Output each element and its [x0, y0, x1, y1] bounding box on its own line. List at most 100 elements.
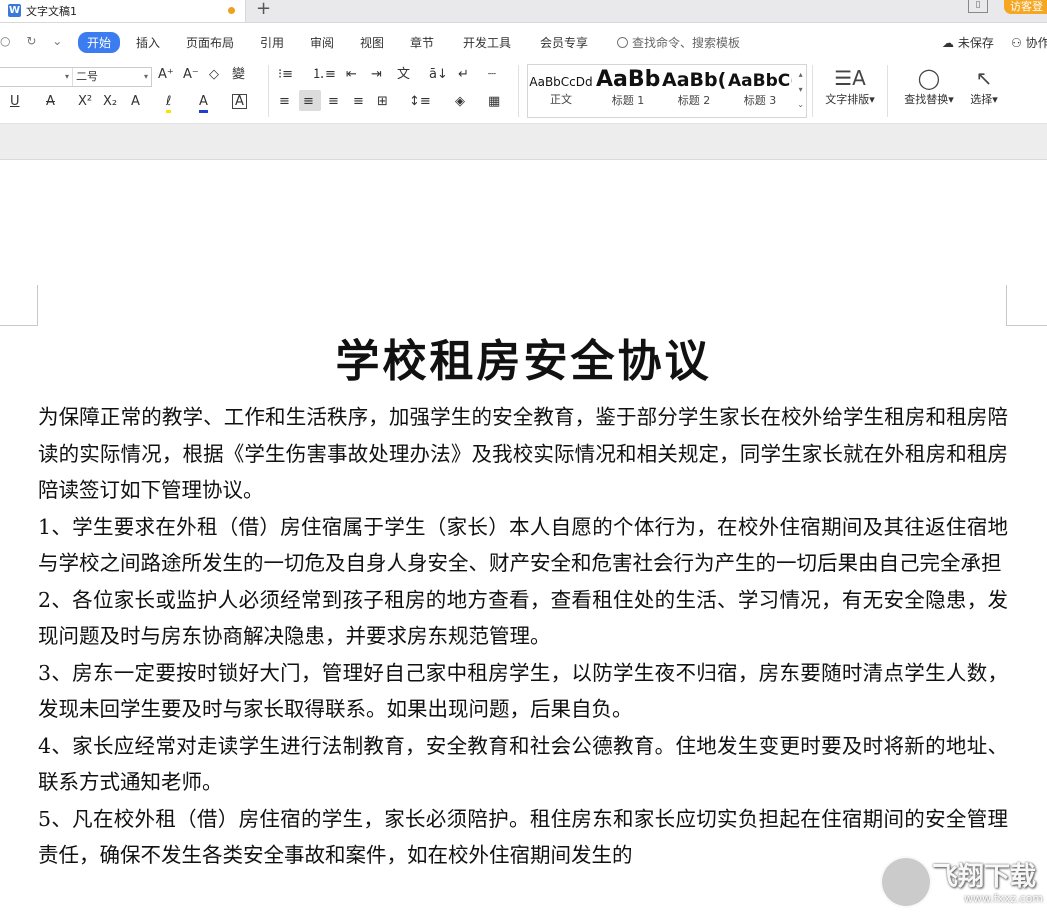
font-size-select[interactable]: 二号 ▾: [73, 68, 151, 86]
visitor-login-button[interactable]: 访客登: [1004, 0, 1047, 14]
align-center-icon[interactable]: ≡: [303, 94, 314, 110]
ribbon-divider: [268, 65, 269, 117]
paragraph[interactable]: 4、家长应经常对走读学生进行法制教育，安全教育和社会公德教育。住地发生变更时要及…: [38, 728, 1008, 801]
tab-references[interactable]: 引用: [260, 34, 284, 51]
chevron-down-icon: ▾: [992, 93, 998, 106]
tab-member[interactable]: 会员专享: [540, 34, 588, 51]
paragraph[interactable]: 为保障正常的教学、工作和生活秩序，加强学生的安全教育，鉴于部分学生家长在校外给学…: [38, 399, 1008, 509]
tab-home[interactable]: 开始: [78, 32, 121, 53]
line-spacing-icon[interactable]: ↕≡: [409, 94, 431, 110]
chevron-down-icon: ▾: [64, 72, 69, 81]
document-title[interactable]: 学校租房安全协议: [0, 334, 1047, 390]
site-watermark: 飞翔下载 www.fxxz.com: [878, 852, 1047, 912]
char-border-icon[interactable]: A: [232, 94, 247, 109]
phonetic-guide-icon[interactable]: 變: [232, 67, 245, 83]
underline-icon[interactable]: U: [10, 94, 20, 110]
select-button[interactable]: ↖ 选择▾: [964, 65, 1004, 107]
strikethrough-icon[interactable]: A: [46, 94, 55, 110]
collaborate-label: 协作: [1025, 36, 1047, 50]
style-caption: 正文: [550, 93, 572, 106]
chevron-down-icon: ▾: [869, 93, 875, 106]
clear-format-icon[interactable]: ◇: [209, 67, 219, 83]
style-heading-1[interactable]: AaBb 标题 1: [596, 65, 660, 117]
style-caption: 标题 2: [677, 94, 711, 107]
text-effect-icon[interactable]: A: [131, 94, 140, 110]
document-tab[interactable]: W 文字文稿1: [0, 0, 246, 22]
superscript-icon[interactable]: X²: [78, 94, 92, 110]
font-name-select[interactable]: ▾: [0, 68, 73, 86]
title-bar: W 文字文稿1 + ▯ 访客登: [0, 0, 1047, 23]
watermark-url: www.fxxz.com: [964, 892, 1044, 905]
tab-developer[interactable]: 开发工具: [463, 34, 511, 51]
style-normal[interactable]: AaBbCcDd 正文: [528, 65, 594, 117]
paragraph[interactable]: 2、各位家长或监护人必须经常到孩子租房的地方查看，查看租住处的生活、学习情况，有…: [38, 582, 1008, 655]
document-body[interactable]: 为保障正常的教学、工作和生活秩序，加强学生的安全教育，鉴于部分学生家长在校外给学…: [38, 399, 1008, 874]
tab-view[interactable]: 视图: [360, 34, 384, 51]
distribute-icon[interactable]: ⊞: [377, 94, 388, 110]
align-left-icon[interactable]: ≡: [279, 94, 290, 110]
paragraph[interactable]: 3、房东一定要按时锁好大门，管理好自己家中租房学生，以防学生夜不归宿，房东要随时…: [38, 655, 1008, 728]
shrink-font-icon[interactable]: A⁻: [183, 67, 199, 83]
tab-review[interactable]: 审阅: [310, 34, 334, 51]
align-right-icon[interactable]: ≡: [328, 94, 339, 110]
ribbon-divider: [812, 65, 813, 117]
window-mode-icon[interactable]: ▯: [968, 0, 988, 13]
style-heading-2[interactable]: AaBb( 标题 2: [662, 65, 726, 117]
decrease-indent-icon[interactable]: ⇤: [346, 67, 357, 83]
grow-font-icon[interactable]: A⁺: [158, 67, 174, 83]
text-layout-button[interactable]: ☰A 文字排版▾: [820, 65, 880, 107]
ribbon-divider: [887, 65, 888, 117]
watermark-logo-text: 飞翔下载: [932, 862, 1037, 892]
numbered-list-icon[interactable]: ⒈≡: [312, 67, 336, 83]
document-tab-label: 文字文稿1: [26, 5, 77, 18]
style-heading-3[interactable]: AaBbC( 标题 3: [728, 65, 792, 117]
shading-icon[interactable]: ◈: [455, 94, 465, 110]
magnifier-icon: ◯: [917, 66, 941, 90]
command-search[interactable]: 查找命令、搜索模板: [617, 34, 740, 51]
highlight-icon[interactable]: ℓ: [166, 94, 172, 113]
borders-icon[interactable]: ▦: [488, 94, 500, 110]
home-ribbon: ▾ 二号 ▾ A⁺ A⁻ ◇ 變 U A X² X₂ A ℓ A A ⁝≡ ⒈≡…: [0, 61, 1047, 124]
chevron-down-icon: ▾: [948, 93, 954, 106]
gallery-scroll[interactable]: ▴ ▾ ⌄: [797, 67, 804, 112]
paragraph[interactable]: 5、凡在校外租（借）房住宿的学生，家长必须陪护。租住房东和家长应切实负担起在住宿…: [38, 801, 1008, 874]
tab-section[interactable]: 章节: [410, 34, 434, 51]
justify-icon[interactable]: ≡: [353, 94, 364, 110]
chevron-down-icon: ▾: [143, 72, 148, 81]
watermark-logo-icon: [880, 856, 932, 908]
quick-access: ○ ↻ ⌄: [0, 34, 74, 48]
font-size-value: 二号: [76, 70, 98, 83]
select-label: 选择: [970, 93, 993, 106]
subscript-icon[interactable]: X₂: [103, 94, 117, 110]
tab-page-layout[interactable]: 页面布局: [186, 34, 234, 51]
customize-icon[interactable]: ⌄: [52, 34, 62, 48]
find-replace-label: 查找替换: [904, 93, 949, 106]
table-grid-icon[interactable]: ┈: [488, 67, 496, 83]
style-sample: AaBbCcDd: [529, 75, 593, 89]
unsaved-status[interactable]: ☁ 未保存: [942, 34, 994, 51]
undo-icon[interactable]: ○: [0, 34, 10, 48]
show-marks-icon[interactable]: ↵: [458, 67, 469, 83]
tab-insert[interactable]: 插入: [136, 34, 160, 51]
text-layout-icon: ☰A: [834, 66, 866, 90]
margin-mark-left: [0, 285, 38, 326]
style-caption: 标题 3: [743, 94, 777, 107]
increase-indent-icon[interactable]: ⇥: [371, 67, 382, 83]
ribbon-divider: [518, 65, 519, 117]
paragraph[interactable]: 1、学生要求在外租（借）房住宿属于学生（家长）本人自愿的个体行为，在校外住宿期间…: [38, 509, 1008, 582]
new-tab-button[interactable]: +: [256, 0, 271, 19]
sort-icon[interactable]: ā↓: [429, 67, 448, 83]
command-search-placeholder: 查找命令、搜索模板: [632, 36, 741, 50]
find-replace-button[interactable]: ◯ 查找替换▾: [898, 65, 960, 107]
font-color-icon[interactable]: A: [199, 94, 208, 113]
bullet-list-icon[interactable]: ⁝≡: [278, 67, 293, 83]
style-sample: AaBb: [596, 67, 660, 92]
collaborate-button[interactable]: ⚇ 协作: [1011, 34, 1047, 51]
chinese-layout-icon[interactable]: 文: [397, 67, 410, 83]
font-controls: ▾ 二号 ▾: [0, 67, 152, 87]
style-caption: 标题 1: [611, 94, 645, 107]
unsaved-dot-icon: [228, 7, 235, 14]
style-sample: AaBb(: [662, 69, 726, 91]
redo-icon[interactable]: ↻: [26, 34, 36, 48]
page-gap: [0, 124, 1047, 160]
